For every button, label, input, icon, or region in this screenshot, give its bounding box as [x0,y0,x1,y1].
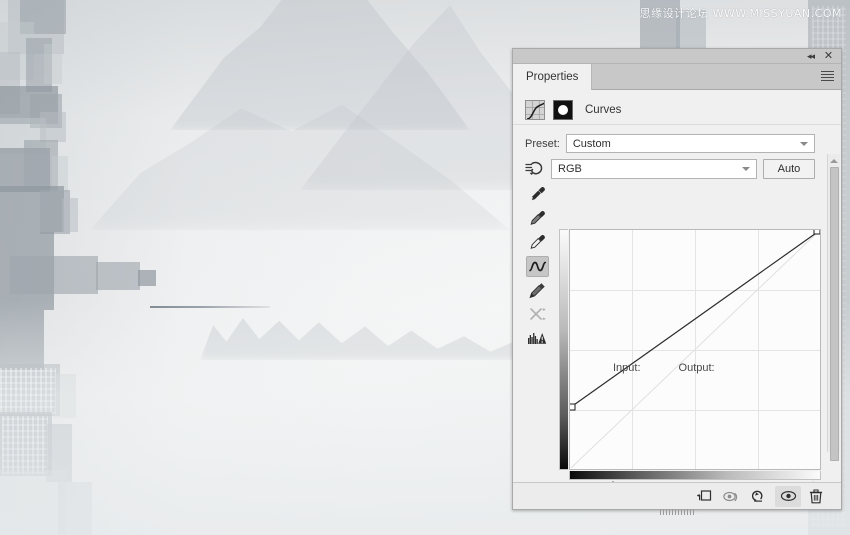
reset-button[interactable] [747,486,773,507]
scrollbar-track[interactable] [828,167,841,461]
gray-point-eyedropper[interactable] [526,208,549,229]
edit-points-curve-tool[interactable] [525,256,549,277]
adjustment-title: Curves [585,103,622,116]
output-label: Output: [678,362,715,374]
histogram-warning-icon[interactable] [526,328,549,349]
curve-control-point [813,230,820,235]
layer-mask-thumbnail-icon[interactable] [553,99,573,120]
panel-scrollbar[interactable] [827,154,841,461]
tab-properties-label: Properties [526,71,579,83]
toggle-visibility-button[interactable] [775,485,801,507]
curves-tools-column [523,184,551,349]
tower-shaft [96,262,140,290]
scrollbar-thumb[interactable] [829,167,839,461]
panel-resize-grip[interactable] [660,509,694,515]
scroll-up-icon[interactable] [828,154,841,167]
tab-properties[interactable]: Properties [513,64,593,90]
preset-dropdown[interactable]: Custom [565,134,815,153]
input-label: Input: [613,362,641,374]
draw-curve-pencil-tool[interactable] [526,280,549,301]
auto-button-label: Auto [777,163,801,175]
tower-base [10,256,98,294]
delete-layer-button[interactable] [803,486,829,507]
rgb-curve-line [570,230,820,408]
chevron-down-icon [742,167,750,171]
preset-label: Preset: [525,137,560,150]
adjustment-header: Curves [513,95,841,125]
panel-footer [513,482,841,515]
building [62,198,78,232]
output-gradient-ramp [559,229,568,470]
input-gradient-ramp [569,471,821,480]
channel-value: RGB [558,163,582,175]
on-image-adjustment-icon[interactable] [525,160,545,178]
close-icon[interactable]: ✕ [822,50,835,63]
curves-grid[interactable] [569,229,821,470]
chevron-down-icon [800,141,808,146]
panel-tabstrip: Properties [513,64,841,90]
hamburger-menu-icon[interactable] [821,71,834,82]
curve-control-point [570,403,576,411]
preset-row: Preset: Custom [513,125,841,153]
curves-thumbnail-icon[interactable] [525,99,545,120]
double-arrow-left-icon[interactable]: ◂◂ [804,50,817,63]
channel-row: RGB Auto [513,153,841,179]
app-root: 思缘设计论坛 WWW.MISSYUAN.COM ◂◂ ✕ Properties [0,0,850,535]
building [40,112,66,142]
building [44,44,62,84]
black-point-eyedropper[interactable] [526,184,549,205]
watermark-text: 思缘设计论坛 WWW.MISSYUAN.COM [639,7,842,20]
input-output-readout: Input: Output: [559,362,821,374]
smooth-curve-tool[interactable] [526,304,549,325]
preset-value: Custom [572,137,611,150]
panel-body: Curves Preset: Custom RGB Auto Input: Ou… [513,90,841,482]
auto-button[interactable]: Auto [763,159,815,179]
tower-crown [138,270,156,286]
curves-graph[interactable] [559,229,821,482]
panel-titlebar[interactable]: ◂◂ ✕ [513,49,841,64]
view-previous-state-button[interactable] [719,486,745,507]
channel-dropdown[interactable]: RGB [551,159,757,179]
reference-diagonal [570,230,820,469]
clip-to-layer-button[interactable] [691,486,717,507]
properties-panel: ◂◂ ✕ Properties Curves Preset: Custom RG… [512,48,842,515]
white-point-eyedropper[interactable] [526,232,549,253]
